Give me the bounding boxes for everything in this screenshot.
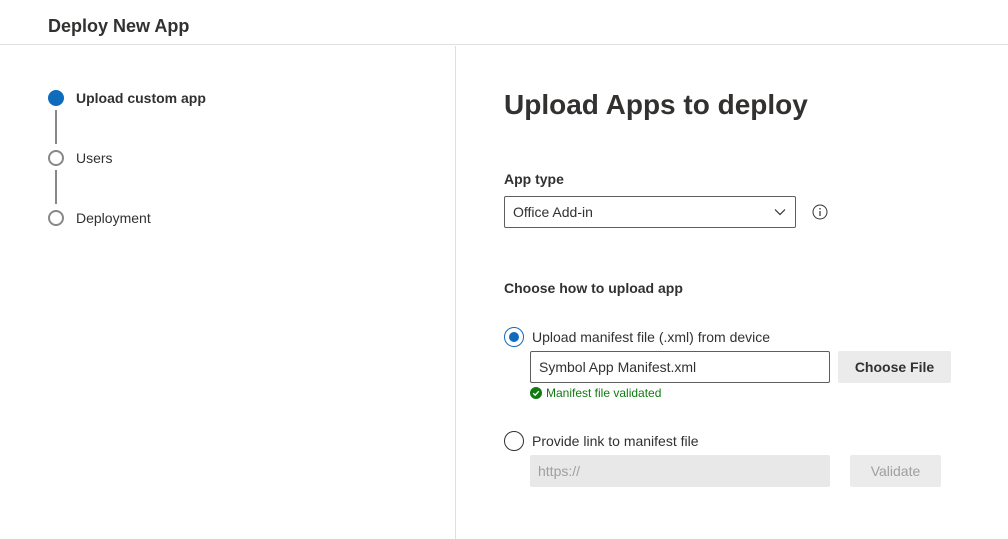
app-type-dropdown[interactable]: Office Add-in [504,196,796,228]
upload-method-label: Choose how to upload app [504,280,683,296]
wizard-steps-panel: Upload custom app Users Deployment [0,46,456,539]
step-pending-indicator-icon [48,210,64,226]
step-label: Upload custom app [76,90,206,106]
step-users[interactable]: Users [48,148,113,168]
info-icon[interactable] [812,204,828,220]
step-connector [55,170,57,204]
step-label: Deployment [76,210,151,226]
validation-text: Manifest file validated [546,386,662,400]
step-pending-indicator-icon [48,150,64,166]
step-connector [55,110,57,144]
chevron-down-icon [774,209,786,216]
step-active-indicator-icon [48,90,64,106]
manifest-file-input[interactable] [530,351,830,383]
app-type-label: App type [504,171,564,187]
validation-message: Manifest file validated [530,386,661,400]
app-type-selected-value: Office Add-in [513,204,593,220]
provide-link-option-label: Provide link to manifest file [532,433,699,449]
step-label: Users [76,150,113,166]
checkmark-circle-icon [530,387,542,399]
page-header: Deploy New App [0,0,1008,45]
provide-link-option[interactable]: Provide link to manifest file [504,431,699,451]
manifest-link-input[interactable] [530,455,830,487]
upload-file-option[interactable]: Upload manifest file (.xml) from device [504,327,770,347]
provide-link-radio[interactable] [504,431,524,451]
upload-file-radio[interactable] [504,327,524,347]
choose-file-button[interactable]: Choose File [838,351,951,383]
step-deployment[interactable]: Deployment [48,208,151,228]
header-title: Deploy New App [48,16,190,36]
main-content: Upload Apps to deploy App type Office Ad… [456,46,1008,539]
page-title: Upload Apps to deploy [504,89,808,120]
radio-selected-dot [509,332,519,342]
upload-file-option-label: Upload manifest file (.xml) from device [532,329,771,345]
step-upload-custom-app[interactable]: Upload custom app [48,88,206,108]
validate-button[interactable]: Validate [850,455,941,487]
